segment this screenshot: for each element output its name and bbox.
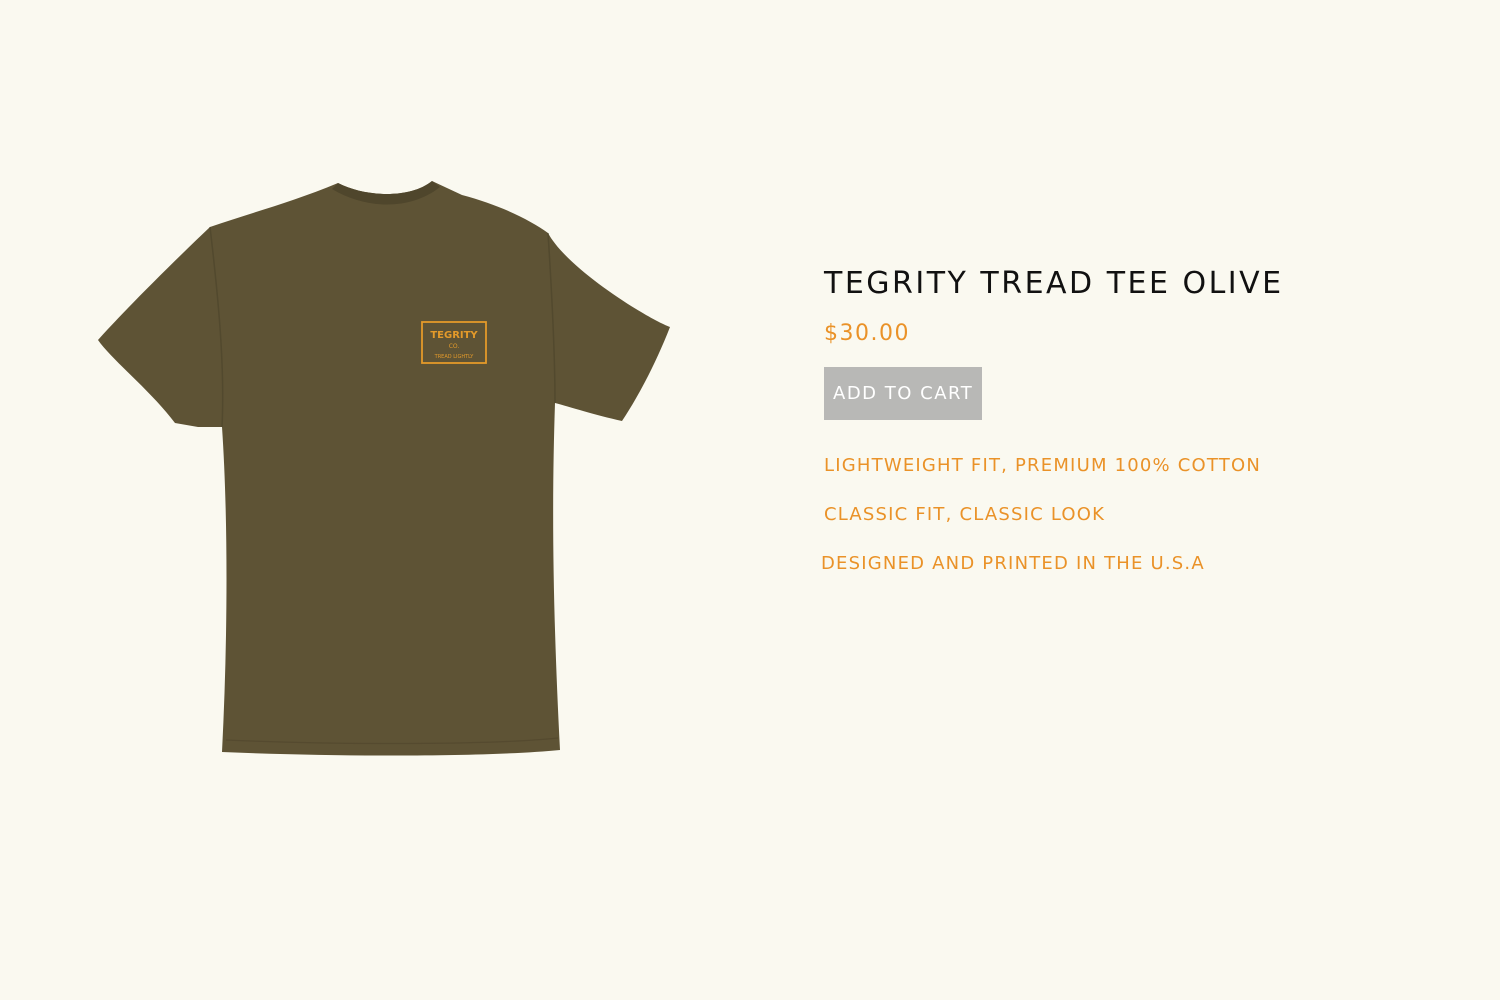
feature-item: DESIGNED AND PRINTED IN THE U.S.A [821, 553, 1205, 574]
feature-item: LIGHTWEIGHT FIT, PREMIUM 100% COTTON [824, 455, 1262, 476]
print-line-1: TEGRITY [430, 330, 478, 341]
product-title: TEGRITY TREAD TEE OLIVE [824, 266, 1284, 301]
print-line-2: CO. [449, 343, 460, 350]
product-price: $30.00 [824, 321, 910, 346]
tshirt-illustration: TEGRITY CO. TREAD LIGHTLY [98, 181, 670, 756]
product-details: TEGRITY TREAD TEE OLIVE $30.00 ADD TO CA… [821, 262, 1424, 601]
product-image-tshirt: TEGRITY CO. TREAD LIGHTLY [90, 175, 680, 765]
product-page: TEGRITY CO. TREAD LIGHTLY TEGRITY TREAD … [0, 0, 1500, 1000]
feature-list: LIGHTWEIGHT FIT, PREMIUM 100% COTTON CLA… [821, 454, 1424, 576]
feature-item: CLASSIC FIT, CLASSIC LOOK [824, 504, 1106, 525]
tshirt-body [98, 181, 670, 756]
add-to-cart-button[interactable]: ADD TO CART [824, 367, 983, 420]
print-line-3: TREAD LIGHTLY [434, 354, 475, 360]
